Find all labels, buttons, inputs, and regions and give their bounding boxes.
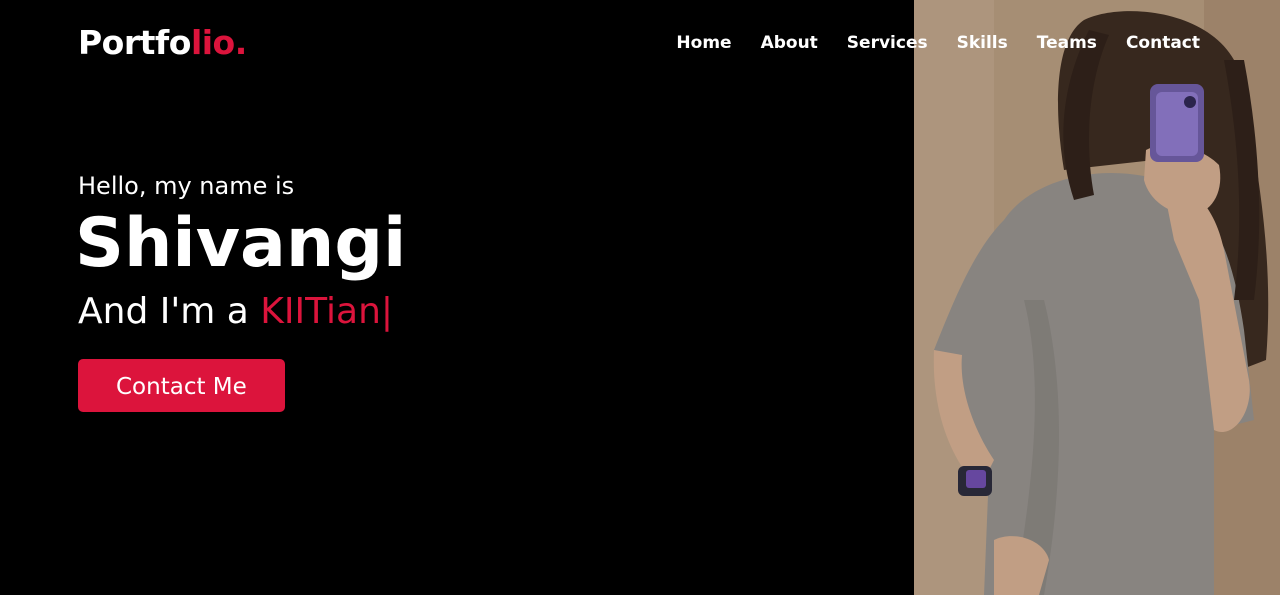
nav-item-skills: Skills [957, 32, 1008, 54]
hero-role: And I'm a KIITian| [78, 288, 406, 336]
hero-photo [914, 0, 1280, 595]
nav-link-services[interactable]: Services [847, 33, 928, 53]
nav-link-home[interactable]: Home [676, 33, 731, 53]
hero-name: Shivangi [75, 204, 407, 283]
nav-link-skills[interactable]: Skills [957, 33, 1008, 53]
nav-menu: Home About Services Skills Teams Contact [676, 32, 1200, 54]
navbar: Portfolio. Home About Services Skills Te… [0, 0, 1280, 88]
contact-me-button[interactable]: Contact Me [78, 359, 285, 412]
nav-item-home: Home [676, 32, 731, 54]
hero-role-typed: KIITian [260, 291, 381, 332]
nav-link-about[interactable]: About [761, 33, 818, 53]
nav-link-teams[interactable]: Teams [1037, 33, 1097, 53]
logo[interactable]: Portfolio. [78, 22, 247, 64]
nav-item-contact: Contact [1126, 32, 1200, 54]
nav-item-services: Services [847, 32, 928, 54]
typing-cursor: | [380, 291, 394, 332]
nav-item-about: About [761, 32, 818, 54]
hero-section: Hello, my name is Shivangi And I'm a KII… [75, 168, 407, 412]
hero-role-prefix: And I'm a [78, 291, 261, 332]
nav-link-contact[interactable]: Contact [1126, 33, 1200, 53]
logo-main: Portfo [78, 23, 191, 62]
home-page: Portfolio. Home About Services Skills Te… [0, 0, 1280, 595]
nav-item-teams: Teams [1037, 32, 1097, 54]
hero-greeting: Hello, my name is [78, 172, 295, 200]
logo-accent: lio. [190, 23, 247, 62]
